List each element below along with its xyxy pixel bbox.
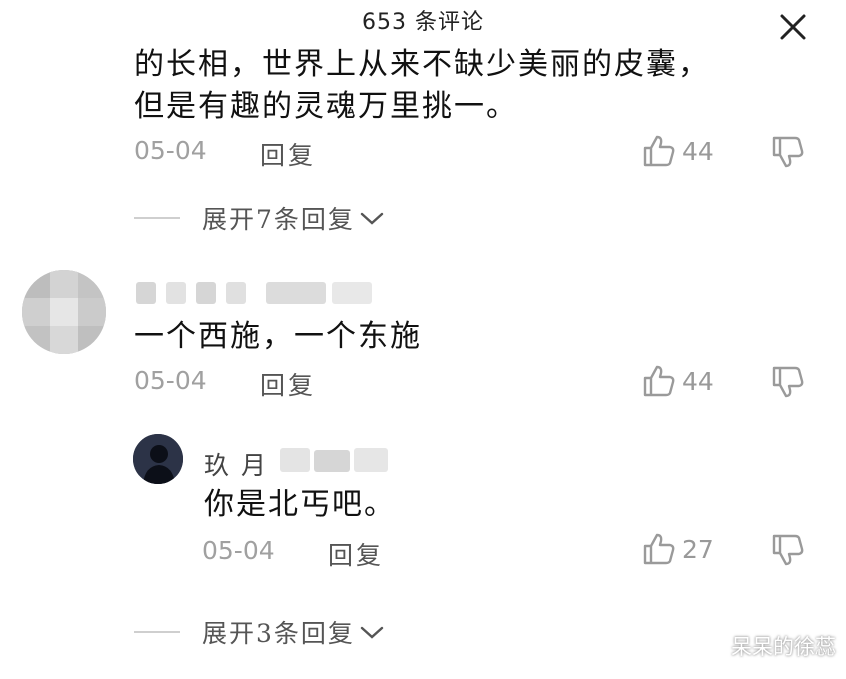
dislike-button[interactable] — [772, 365, 804, 403]
chevron-down-icon — [360, 626, 384, 639]
blurred-username — [280, 448, 390, 474]
like-count: 44 — [682, 366, 714, 396]
like-count: 44 — [682, 136, 714, 166]
watermark: 呆呆的徐蕊 — [731, 635, 836, 659]
like-button[interactable]: 44 — [642, 364, 714, 398]
expand-replies-label: 展开3条回复 — [202, 619, 355, 648]
thumbs-up-icon — [643, 135, 675, 167]
like-count: 27 — [682, 534, 714, 564]
blurred-username — [136, 280, 376, 306]
like-button[interactable]: 44 — [642, 134, 714, 168]
comment-date: 05-04 — [134, 366, 207, 395]
expand-replies-button[interactable]: 展开7条回复 — [134, 200, 385, 236]
comment-text: 你是北丐吧。 — [204, 487, 396, 522]
thumbs-up-icon — [643, 533, 675, 565]
thumbs-down-icon — [772, 366, 804, 398]
comment-text-line: 但是有趣的灵魂万里挑一。 — [134, 89, 518, 124]
silhouette-avatar-image — [133, 434, 183, 484]
avatar[interactable] — [133, 434, 183, 484]
reply-button[interactable]: 回复 — [328, 536, 384, 572]
expand-replies-label: 展开7条回复 — [202, 205, 355, 234]
like-button[interactable]: 27 — [642, 532, 714, 566]
chevron-down-icon — [360, 212, 384, 225]
divider — [134, 217, 180, 219]
divider — [134, 631, 180, 633]
comment-date: 05-04 — [134, 136, 207, 165]
pixelated-avatar-image — [22, 270, 106, 354]
close-button[interactable] — [776, 10, 810, 44]
username[interactable]: 玖月 — [204, 446, 278, 482]
expand-replies-button[interactable]: 展开3条回复 — [134, 614, 385, 650]
comment-text: 一个西施，一个东施 — [134, 319, 422, 354]
close-icon — [780, 14, 806, 40]
reply-button[interactable]: 回复 — [260, 366, 316, 402]
comment-count-title: 653 条评论 — [362, 10, 484, 35]
thumbs-down-icon — [772, 534, 804, 566]
thumbs-up-icon — [643, 365, 675, 397]
avatar[interactable] — [22, 270, 106, 354]
dislike-button[interactable] — [772, 135, 804, 173]
reply-button[interactable]: 回复 — [260, 136, 316, 172]
thumbs-down-icon — [772, 136, 804, 168]
comment-date: 05-04 — [202, 536, 275, 565]
dislike-button[interactable] — [772, 533, 804, 571]
comment-text-line: 的长相，世界上从来不缺少美丽的皮囊， — [134, 47, 710, 82]
